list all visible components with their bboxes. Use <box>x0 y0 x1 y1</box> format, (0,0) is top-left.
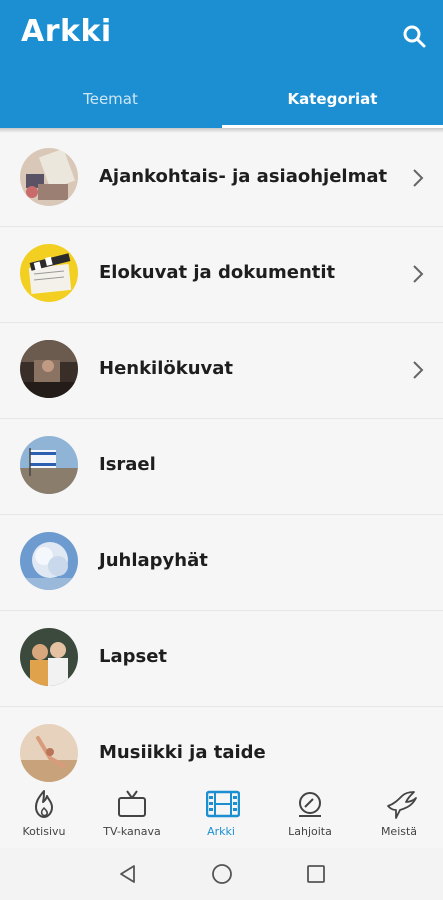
back-icon[interactable] <box>118 864 138 884</box>
nav-label: Meistä <box>380 825 418 838</box>
tab-teemat[interactable]: Teemat <box>0 70 221 128</box>
category-thumbnail <box>20 724 78 782</box>
film-icon <box>206 790 240 818</box>
donate-icon <box>299 792 321 817</box>
tv-icon <box>118 790 146 817</box>
category-list: Ajankohtais- ja asiaohjelmat Elokuvat ja… <box>0 130 443 782</box>
list-item[interactable]: Lapset <box>0 610 443 707</box>
tab-kategoriat[interactable]: Kategoriat <box>222 70 443 128</box>
category-thumbnail <box>20 436 78 494</box>
category-label: Elokuvat ja dokumentit <box>99 262 336 283</box>
category-thumbnail <box>20 244 78 302</box>
dove-icon <box>387 791 417 819</box>
category-label: Juhlapyhät <box>99 550 208 571</box>
nav-lahjoita[interactable]: Lahjoita <box>266 782 354 848</box>
category-label: Lapset <box>99 646 168 667</box>
app-title: Arkki <box>21 14 112 49</box>
bottom-navigation: Kotisivu TV-kanava Arkki Lahjoita Meistä <box>0 782 443 848</box>
nav-label: Arkki <box>207 825 235 838</box>
home-icon[interactable] <box>211 863 233 885</box>
list-item[interactable]: Elokuvat ja dokumentit <box>0 226 443 323</box>
list-item[interactable]: Ajankohtais- ja asiaohjelmat <box>0 130 443 227</box>
chevron-right-icon <box>413 361 424 379</box>
list-item[interactable]: Juhlapyhät <box>0 514 443 611</box>
flame-icon <box>35 790 53 818</box>
nav-label: Lahjoita <box>288 825 332 838</box>
list-item[interactable]: Musiikki ja taide <box>0 706 443 782</box>
system-nav-bar <box>0 848 443 900</box>
nav-meista[interactable]: Meistä <box>355 782 443 848</box>
nav-label: Kotisivu <box>22 825 66 838</box>
category-label: Henkilökuvat <box>99 358 234 379</box>
category-thumbnail <box>20 340 78 398</box>
nav-arkki[interactable]: Arkki <box>177 782 265 848</box>
app-bar: Arkki <box>0 0 443 70</box>
category-label: Ajankohtais- ja asiaohjelmat <box>99 166 388 187</box>
list-item[interactable]: Israel <box>0 418 443 515</box>
category-label: Israel <box>99 454 156 475</box>
recents-icon[interactable] <box>306 864 326 884</box>
chevron-right-icon <box>413 169 424 187</box>
nav-kotisivu[interactable]: Kotisivu <box>0 782 88 848</box>
list-item[interactable]: Henkilökuvat <box>0 322 443 419</box>
nav-tv-kanava[interactable]: TV-kanava <box>88 782 176 848</box>
search-icon[interactable] <box>401 23 427 49</box>
category-thumbnail <box>20 628 78 686</box>
category-thumbnail <box>20 532 78 590</box>
chevron-right-icon <box>413 265 424 283</box>
category-thumbnail <box>20 148 78 206</box>
category-label: Musiikki ja taide <box>99 742 266 763</box>
nav-label: TV-kanava <box>103 825 161 838</box>
tab-bar: Teemat Kategoriat <box>0 70 443 128</box>
